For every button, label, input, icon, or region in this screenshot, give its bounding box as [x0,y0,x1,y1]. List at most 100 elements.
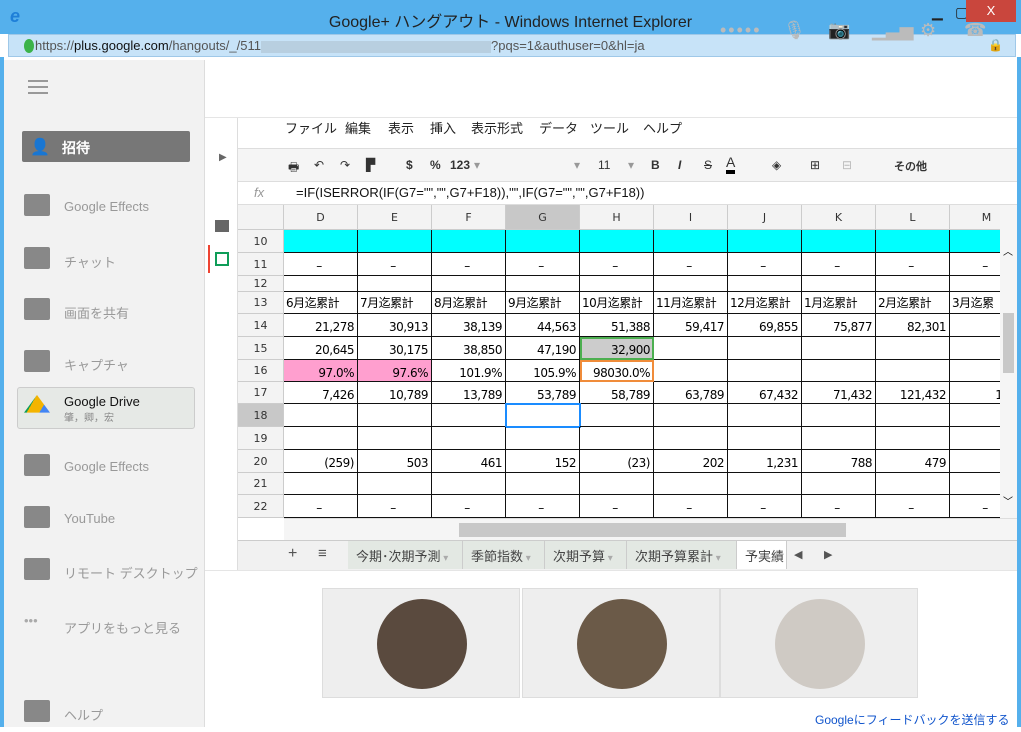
column-header[interactable]: E [358,205,432,230]
cell-D17[interactable]: 7,426 [284,382,358,404]
hang-up-icon[interactable]: ☎ [964,20,986,41]
cell-F21[interactable] [432,473,506,495]
cell-J18[interactable] [728,404,802,427]
sidebar-item-chat[interactable]: チャット [20,239,200,279]
cell-I16[interactable] [654,360,728,382]
column-header[interactable]: D [284,205,358,230]
sidebar-item-remote-desktop[interactable]: リモート デスクトップ [20,550,200,590]
cell-G20[interactable]: 152 [506,450,580,473]
currency-button[interactable]: $ [406,158,413,172]
cell-E15[interactable]: 30,175 [358,337,432,360]
chevron-down-icon[interactable]: ▾ [523,553,531,564]
cell-H10[interactable] [580,230,654,253]
cell-F17[interactable]: 13,789 [432,382,506,404]
cell-H22[interactable]: – [580,495,654,518]
chevron-down-icon[interactable]: ▾ [628,158,634,172]
menu-item[interactable]: ヘルプ [643,118,682,137]
cell-J17[interactable]: 67,432 [728,382,802,404]
close-button[interactable]: X [966,0,1016,22]
cell-D20[interactable]: (259) [284,450,358,473]
cell-L22[interactable]: – [876,495,950,518]
cell-J14[interactable]: 69,855 [728,314,802,337]
sheet-tab[interactable]: 次期予算累計 ▾ [627,541,737,569]
cell-K17[interactable]: 71,432 [802,382,876,404]
sheet-tab[interactable]: 予実績 [737,541,787,569]
row-header[interactable]: 20 [238,450,284,473]
column-header[interactable]: M [950,205,1000,230]
cell-M12[interactable] [950,276,1000,292]
sidebar-item-youtube[interactable]: YouTube [20,498,200,538]
row-header[interactable]: 10 [238,230,284,253]
cell-E13[interactable]: 7月迄累計 [358,292,432,314]
row-header[interactable]: 19 [238,427,284,450]
cell-K11[interactable]: – [802,253,876,276]
cell-G13[interactable]: 9月迄累計 [506,292,580,314]
cell-L18[interactable] [876,404,950,427]
paint-format-icon[interactable]: ▛ [366,158,375,172]
cell-J22[interactable]: – [728,495,802,518]
menu-item[interactable]: ファイル [285,118,337,137]
cell-G14[interactable]: 44,563 [506,314,580,337]
cell-M18[interactable] [950,404,1000,427]
column-header[interactable]: L [876,205,950,230]
cell-D10[interactable] [284,230,358,253]
cell-K16[interactable] [802,360,876,382]
folder-icon[interactable] [215,220,229,232]
row-header[interactable]: 21 [238,473,284,495]
row-header[interactable]: 22 [238,495,284,518]
cell-D22[interactable]: – [284,495,358,518]
cell-H20[interactable]: (23) [580,450,654,473]
sidebar-item-screenshare[interactable]: 画面を共有 [20,290,200,330]
cell-H13[interactable]: 10月迄累計 [580,292,654,314]
cell-K14[interactable]: 75,877 [802,314,876,337]
cell-E21[interactable] [358,473,432,495]
cell-H11[interactable]: – [580,253,654,276]
menu-item[interactable]: 表示 [388,118,414,137]
tab-scroll-right-icon[interactable]: ▶ [824,548,832,561]
cell-L14[interactable]: 82,301 [876,314,950,337]
cell-L19[interactable] [876,427,950,450]
cell-G12[interactable] [506,276,580,292]
cell-M13[interactable]: 3月迄累 [950,292,1000,314]
cell-K13[interactable]: 1月迄累計 [802,292,876,314]
cell-F22[interactable]: – [432,495,506,518]
row-header[interactable]: 12 [238,276,284,292]
cell-G17[interactable]: 53,789 [506,382,580,404]
cell-F12[interactable] [432,276,506,292]
cell-G21[interactable] [506,473,580,495]
chevron-down-icon[interactable]: ▾ [713,553,721,564]
cell-I12[interactable] [654,276,728,292]
horizontal-scrollbar[interactable] [284,518,1017,540]
cell-E11[interactable]: – [358,253,432,276]
cell-E16[interactable]: 97.6% [358,360,432,382]
menu-item[interactable]: 挿入 [430,118,456,137]
cell-M15[interactable] [950,337,1000,360]
cell-D21[interactable] [284,473,358,495]
cell-H15[interactable]: 32,900 [580,337,654,360]
font-size[interactable]: 11 [598,158,610,172]
cell-L15[interactable] [876,337,950,360]
cell-H19[interactable] [580,427,654,450]
mic-off-icon[interactable]: 🎙 [783,20,806,41]
cell-J12[interactable] [728,276,802,292]
row-header[interactable]: 18 [238,404,284,427]
cell-M11[interactable]: – [950,253,1000,276]
row-header[interactable]: 17 [238,382,284,404]
cell-F15[interactable]: 38,850 [432,337,506,360]
settings-icon[interactable]: ⚙ [920,20,936,41]
chevron-down-icon[interactable]: ▾ [441,553,448,564]
feedback-link[interactable]: Googleにフィードバックを送信する [815,711,1009,728]
borders-icon[interactable]: ⊞ [810,158,820,172]
signal-icon[interactable]: ▁▃▅ [872,20,914,41]
cell-D19[interactable] [284,427,358,450]
cell-I11[interactable]: – [654,253,728,276]
cell-D18[interactable] [284,404,358,427]
cell-F16[interactable]: 101.9% [432,360,506,382]
undo-icon[interactable]: ↶ [314,158,324,172]
cell-D12[interactable] [284,276,358,292]
column-header[interactable]: I [654,205,728,230]
merge-cells-icon[interactable]: ⊟ [842,158,852,172]
menu-item[interactable]: ツール [590,118,629,137]
sheet-tab[interactable]: 次期予算 ▾ [545,541,627,569]
cell-E12[interactable] [358,276,432,292]
